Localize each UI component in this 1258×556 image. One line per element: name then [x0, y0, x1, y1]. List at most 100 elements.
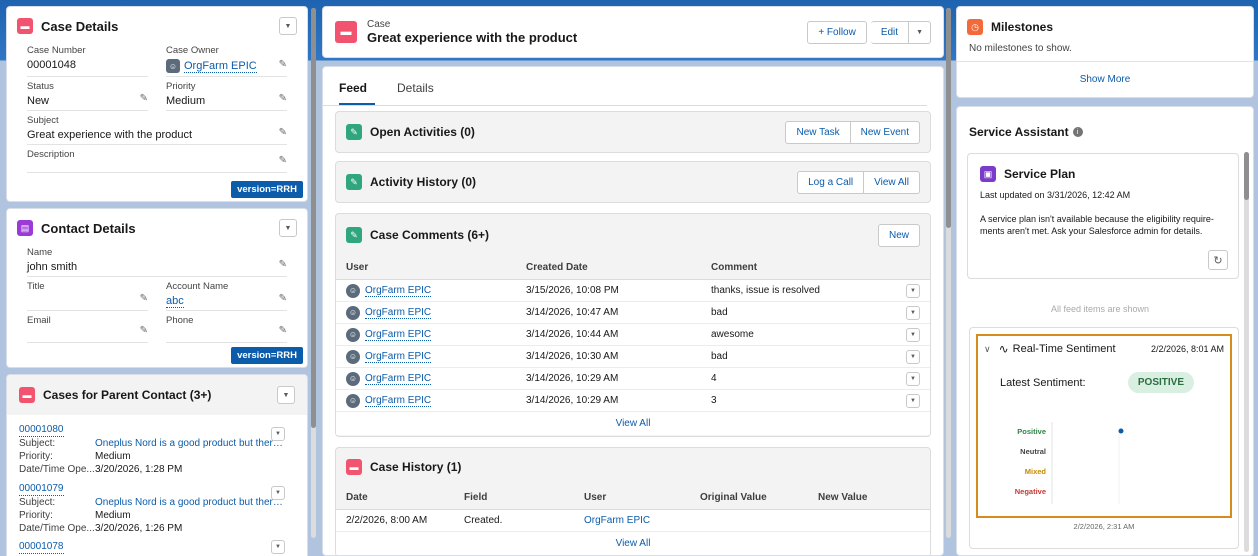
user-avatar-icon: ☺: [346, 283, 360, 298]
milestones-show-more-link[interactable]: Show More: [1080, 74, 1131, 85]
history-original-value: [690, 509, 808, 532]
left-column-scrollbar[interactable]: [311, 8, 316, 538]
service-assistant-card: Service Assistant i ▣ Service Plan Last …: [956, 106, 1254, 556]
edit-phone-pencil-icon[interactable]: ✎: [279, 325, 287, 336]
comment-user-link[interactable]: OrgFarm EPIC: [365, 285, 432, 298]
edit-email-pencil-icon[interactable]: ✎: [140, 325, 148, 336]
record-header: ▬ Case Great experience with the product…: [322, 6, 944, 58]
case-datetime-label: Date/Time Ope...: [19, 523, 95, 534]
case-owner-label: Case Owner: [166, 45, 219, 56]
case-owner-link[interactable]: OrgFarm EPIC: [184, 59, 257, 73]
case-subject-link[interactable]: Oneplus Nord is a good product but there…: [95, 496, 285, 509]
account-name-link[interactable]: abc: [166, 295, 184, 308]
contact-details-title: Contact Details: [41, 220, 136, 236]
column-header-comment: Comment: [701, 256, 896, 280]
contact-name-value: john smith: [27, 261, 78, 273]
case-item-menu-button[interactable]: ▼: [271, 427, 285, 441]
history-date: 2/2/2026, 8:00 AM: [336, 509, 454, 532]
case-comments-wrench-icon: ✎: [346, 227, 362, 243]
account-name-label: Account Name: [166, 281, 229, 292]
activity-view-all-button[interactable]: View All: [864, 170, 920, 194]
contact-details-card: ▤ Contact Details ▼ Name john smith ✎ Ti…: [6, 208, 308, 368]
tab-bar: Feed Details: [323, 67, 927, 106]
comment-user-link[interactable]: OrgFarm EPIC: [365, 307, 432, 320]
column-header-user: User: [336, 256, 516, 280]
edit-status-pencil-icon[interactable]: ✎: [140, 93, 148, 104]
case-item-menu-button[interactable]: ▼: [271, 540, 285, 554]
more-actions-dropdown[interactable]: ▼: [909, 20, 931, 44]
priority-label: Priority: [166, 81, 196, 92]
history-new-value: [808, 509, 930, 532]
case-subject-link[interactable]: Oneplus Nord is a good product but there…: [95, 437, 285, 450]
case-number-field: Case Number 00001048: [27, 41, 148, 77]
tab-details[interactable]: Details: [397, 81, 434, 105]
chart-data-point[interactable]: [1118, 428, 1124, 434]
case-priority-label: Priority:: [19, 510, 53, 521]
case-item-menu-button[interactable]: ▼: [271, 486, 285, 500]
column-header-created-date: Created Date: [516, 256, 701, 280]
user-avatar-icon: ☺: [346, 349, 360, 364]
edit-subject-pencil-icon[interactable]: ✎: [279, 127, 287, 138]
case-number-link[interactable]: 00001078: [19, 540, 64, 554]
contact-details-menu-button[interactable]: ▼: [279, 219, 297, 237]
edit-description-pencil-icon[interactable]: ✎: [279, 155, 287, 166]
refresh-icon[interactable]: ↻: [1208, 250, 1228, 270]
sentiment-date: 2/2/2026, 8:01 AM: [1150, 344, 1224, 354]
history-user-link[interactable]: OrgFarm EPIC: [584, 515, 650, 526]
case-icon: ▬: [17, 18, 33, 34]
phone-field: Phone ✎: [166, 311, 287, 343]
edit-case-owner-pencil-icon[interactable]: ✎: [279, 59, 287, 70]
edit-title-pencil-icon[interactable]: ✎: [140, 293, 148, 304]
activity-history-card: ✎ Activity History (0) Log a Call View A…: [335, 161, 931, 203]
table-row: ☺ OrgFarm EPIC 3/14/2026, 10:30 AM bad ▼: [336, 345, 930, 368]
middle-column-scrollbar[interactable]: [946, 8, 951, 538]
table-row: ☺ OrgFarm EPIC 3/14/2026, 10:44 AM awesom…: [336, 323, 930, 346]
comment-user-link[interactable]: OrgFarm EPIC: [365, 373, 432, 386]
edit-name-pencil-icon[interactable]: ✎: [279, 259, 287, 270]
service-plan-card: ▣ Service Plan Last updated on 3/31/2026…: [967, 153, 1239, 279]
column-header-original-value: Original Value: [690, 486, 808, 510]
column-header-field: Field: [454, 486, 574, 510]
row-menu-button[interactable]: ▼: [906, 371, 920, 386]
case-subject-label: Subject:: [19, 497, 56, 508]
latest-sentiment-badge: POSITIVE: [1127, 372, 1194, 393]
history-field: Created.: [454, 509, 574, 532]
new-task-button[interactable]: New Task: [785, 120, 851, 144]
case-details-menu-button[interactable]: ▼: [279, 17, 297, 35]
trend-icon: ∿: [998, 342, 1009, 356]
comment-user-link[interactable]: OrgFarm EPIC: [365, 329, 432, 342]
case-priority-value: Medium: [95, 451, 131, 462]
case-number-link[interactable]: 00001079: [19, 482, 64, 496]
contact-name-label: Name: [27, 247, 53, 258]
log-a-call-button[interactable]: Log a Call: [797, 170, 865, 194]
edit-account-pencil-icon[interactable]: ✎: [279, 293, 287, 304]
right-column-scrollbar[interactable]: [1244, 152, 1249, 552]
row-menu-button[interactable]: ▼: [906, 327, 920, 342]
comment-user-link[interactable]: OrgFarm EPIC: [365, 395, 432, 408]
info-icon[interactable]: i: [1072, 127, 1083, 137]
history-view-all-link[interactable]: View All: [336, 532, 930, 555]
new-comment-button[interactable]: New: [877, 223, 920, 247]
follow-button[interactable]: + Follow: [807, 20, 867, 44]
case-priority-value: Medium: [95, 510, 131, 521]
parent-cases-menu-button[interactable]: ▼: [277, 386, 295, 404]
row-menu-button[interactable]: ▼: [906, 349, 920, 364]
service-plan-updated: Last updated on 3/31/2026, 12:42 AM: [980, 190, 1131, 200]
tab-feed[interactable]: Feed: [339, 81, 376, 105]
phone-label: Phone: [166, 315, 194, 326]
row-menu-button[interactable]: ▼: [906, 393, 920, 408]
case-history-icon: ▬: [346, 459, 362, 475]
edit-button[interactable]: Edit: [870, 20, 910, 44]
row-menu-button[interactable]: ▼: [906, 305, 920, 320]
subject-field: Subject Great experience with the produc…: [27, 111, 287, 145]
user-avatar-icon: ☺: [346, 305, 360, 320]
comment-text: 3: [701, 389, 896, 412]
case-number-link[interactable]: 00001080: [19, 423, 64, 437]
edit-priority-pencil-icon[interactable]: ✎: [279, 93, 287, 104]
comment-user-link[interactable]: OrgFarm EPIC: [365, 351, 432, 364]
comments-view-all-link[interactable]: View All: [336, 412, 930, 435]
user-avatar-icon: ☺: [346, 393, 360, 408]
collapse-chevron-icon[interactable]: ∨: [984, 344, 991, 355]
new-event-button[interactable]: New Event: [850, 120, 920, 144]
row-menu-button[interactable]: ▼: [906, 283, 920, 298]
